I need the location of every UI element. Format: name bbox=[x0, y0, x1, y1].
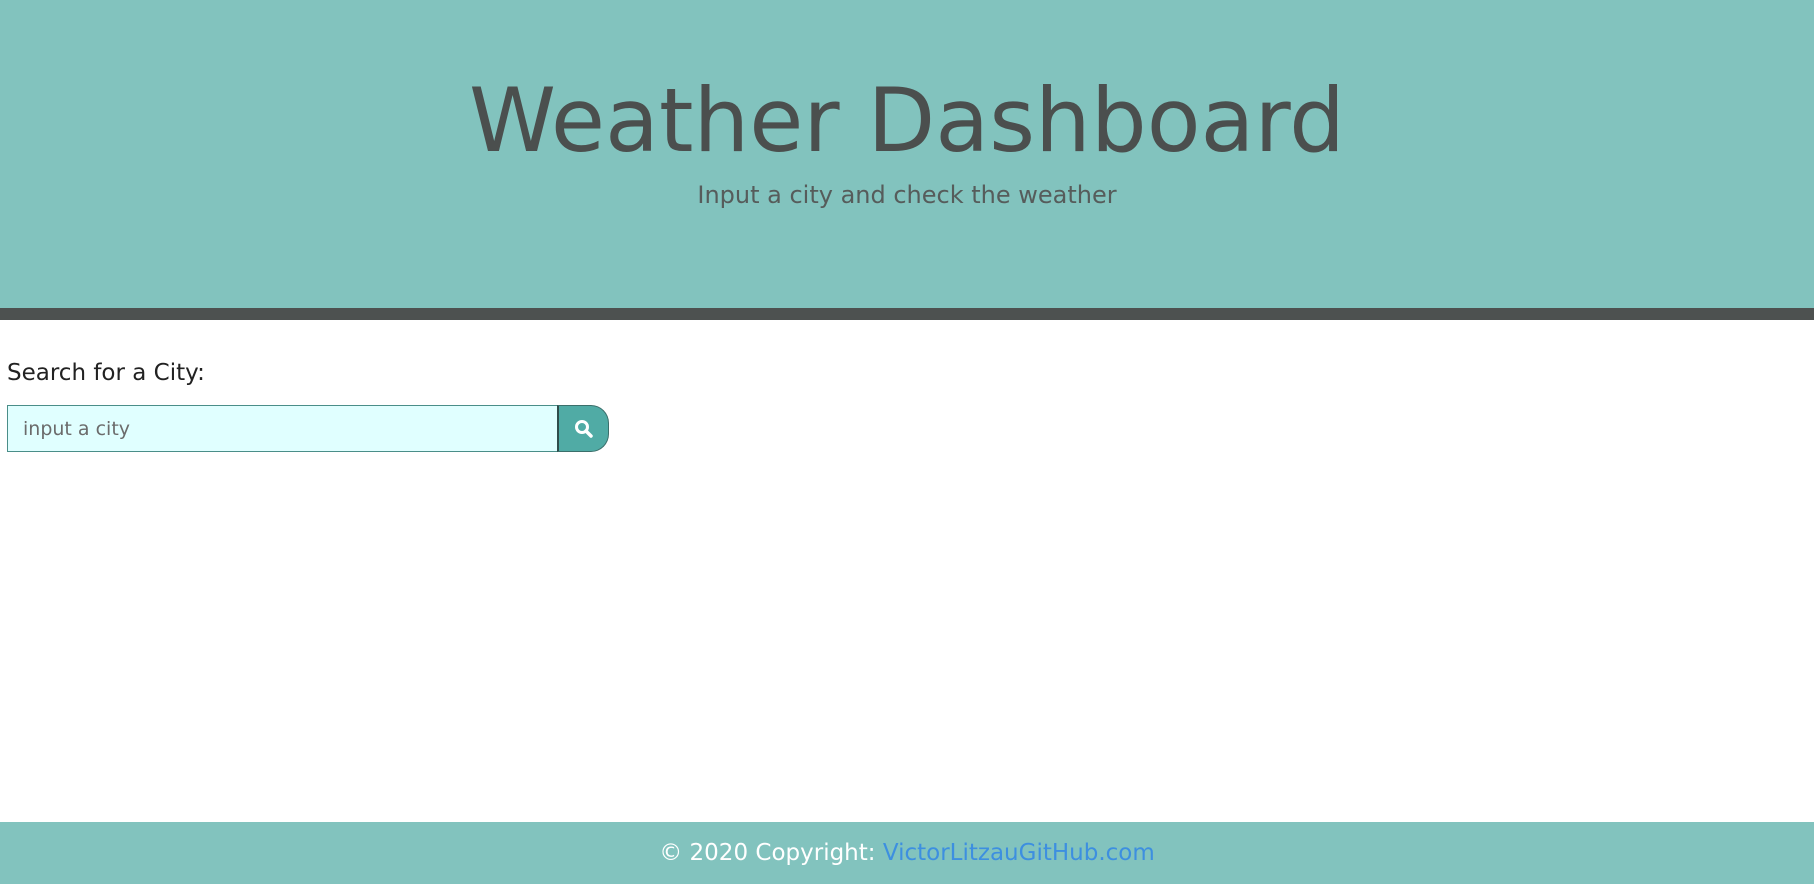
page-title: Weather Dashboard bbox=[469, 69, 1345, 172]
page-footer: © 2020 Copyright: VictorLitzauGitHub.com bbox=[0, 822, 1814, 884]
github-link[interactable]: VictorLitzauGitHub.com bbox=[883, 840, 1155, 866]
search-icon bbox=[574, 419, 593, 438]
header-divider bbox=[0, 308, 1814, 320]
search-button[interactable] bbox=[557, 405, 609, 452]
city-search-input[interactable] bbox=[7, 405, 558, 452]
search-label: Search for a City: bbox=[7, 360, 205, 386]
copyright-text: © 2020 Copyright: bbox=[659, 840, 883, 866]
page-subtitle: Input a city and check the weather bbox=[697, 181, 1117, 209]
page-header: Weather Dashboard Input a city and check… bbox=[0, 0, 1814, 308]
